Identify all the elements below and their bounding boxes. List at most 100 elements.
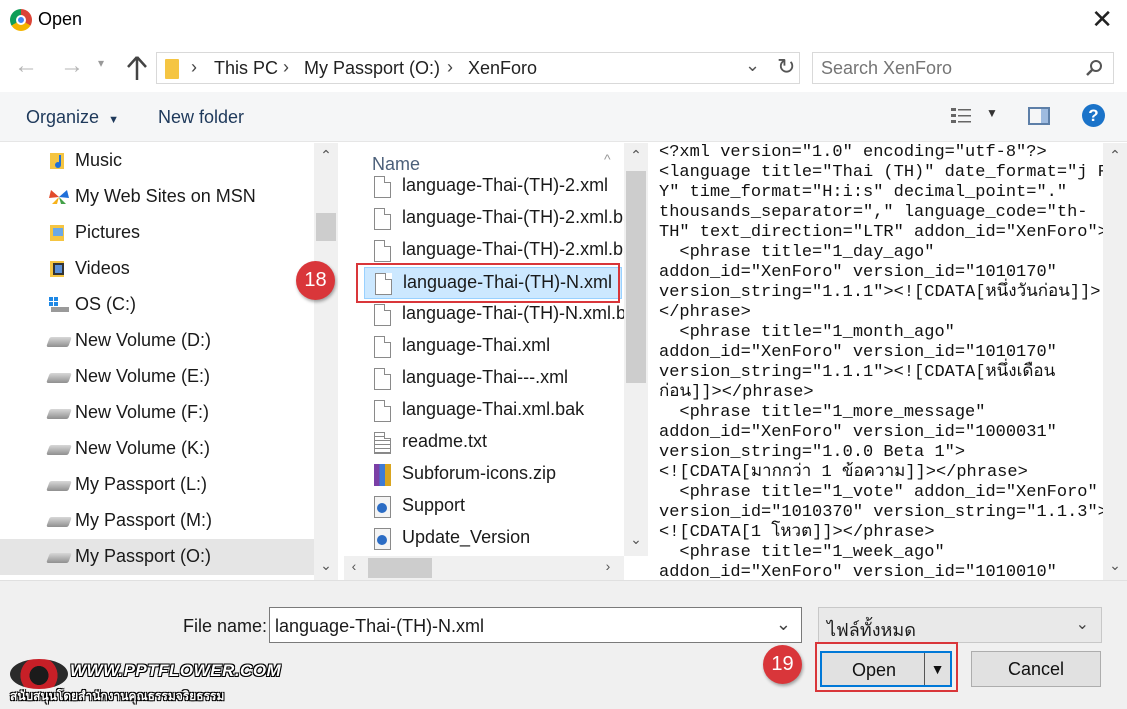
sidebar-item-new-volume-d[interactable]: New Volume (D:) [0, 323, 314, 359]
shortcut-icon [374, 496, 391, 518]
breadcrumb-xenforo[interactable]: XenForo [468, 58, 537, 79]
file-name: language-Thai---.xml [402, 367, 569, 387]
chevron-right-icon[interactable]: › [191, 57, 197, 78]
file-list-pane: Name ^ language-Thai-(TH)-2.xml language… [344, 143, 648, 580]
up-arrow-icon[interactable] [126, 55, 148, 81]
preview-line: <![CDATA[1 โหวต]]></phrase> [659, 523, 935, 542]
file-list-vertical-scrollbar[interactable]: ⌃ ⌄ [624, 143, 648, 556]
preview-line: addon_id="XenForo" version_id="1010170" [659, 263, 1057, 282]
scroll-up-arrow-icon[interactable]: ⌃ [314, 147, 338, 164]
scroll-down-arrow-icon[interactable]: ⌄ [314, 557, 338, 574]
navigation-bar: ← → ▾ › This PC › My Passport (O:) › Xen… [0, 44, 1127, 90]
search-input[interactable] [821, 57, 1071, 79]
sidebar-scrollbar[interactable]: ⌃ ⌄ [314, 143, 338, 580]
refresh-icon[interactable]: ↻ [777, 54, 795, 80]
file-row[interactable]: readme.txt [364, 427, 622, 459]
view-options-icon[interactable] [950, 106, 972, 126]
breadcrumb-this-pc[interactable]: This PC [214, 58, 278, 79]
sidebar-item-my-web-sites-on-msn[interactable]: My Web Sites on MSN [0, 179, 314, 215]
preview-line: <phrase title="1_day_ago" [659, 243, 935, 262]
scrollbar-thumb[interactable] [626, 171, 646, 383]
preview-line: <?xml version="1.0" encoding="utf-8"?> [659, 143, 1047, 162]
scroll-left-arrow-icon[interactable]: ‹ [344, 558, 364, 574]
scrollbar-thumb[interactable] [316, 213, 336, 241]
close-icon[interactable]: ✕ [1091, 6, 1113, 32]
file-name-field[interactable]: ⌄ [269, 607, 802, 643]
preview-line: addon_id="XenForo" version_id="1010010" [659, 563, 1057, 580]
xml-preview-text: <?xml version="1.0" encoding="utf-8"?> <l… [659, 143, 1108, 580]
new-folder-button[interactable]: New folder [158, 107, 244, 128]
file-icon [374, 240, 391, 262]
chevron-down-icon: ⌄ [1075, 616, 1089, 633]
preview-line: Y" time_format="H:i:s" decimal_point="." [659, 183, 1068, 202]
msn-butterfly-icon [49, 190, 69, 204]
organize-menu-button[interactable]: Organize ▼ [26, 107, 119, 128]
drive-icon [46, 517, 72, 527]
file-name-input[interactable] [275, 614, 755, 638]
sidebar-item-videos[interactable]: Videos [0, 251, 314, 287]
chevron-down-icon[interactable]: ⌄ [776, 614, 791, 635]
preview-line: version_string="1.1.1"><![CDATA[หนึ่งวัน… [659, 283, 1101, 302]
sidebar-item-label: Videos [75, 258, 130, 278]
scroll-right-arrow-icon[interactable]: › [598, 558, 618, 574]
sidebar-item-my-passport-m[interactable]: My Passport (M:) [0, 503, 314, 539]
sidebar-item-my-passport-l[interactable]: My Passport (L:) [0, 467, 314, 503]
chevron-right-icon[interactable]: › [447, 57, 453, 78]
file-name: language-Thai-(TH)-2.xml.bak [402, 207, 643, 227]
file-row[interactable]: Update_Version [364, 523, 622, 555]
scroll-up-arrow-icon[interactable]: ⌃ [1103, 147, 1127, 164]
watermark-site: WWW.PPTFLOWER.COM [70, 661, 282, 680]
preview-line: <![CDATA[มากกว่า 1 ข้อความ]]></phrase> [659, 463, 1028, 482]
scrollbar-thumb[interactable] [368, 558, 432, 578]
file-row[interactable]: language-Thai-(TH)-2.xml [364, 171, 622, 203]
navigation-pane: Music My Web Sites on MSN Pictures Video… [0, 143, 340, 580]
file-row[interactable]: language-Thai---.xml [364, 363, 622, 395]
sidebar-item-new-volume-e[interactable]: New Volume (E:) [0, 359, 314, 395]
chevron-right-icon[interactable]: › [283, 57, 289, 78]
file-list-horizontal-scrollbar[interactable]: ‹ › [344, 556, 624, 580]
file-row[interactable]: Subforum-icons.zip [364, 459, 622, 491]
forward-arrow-icon[interactable]: → [60, 52, 84, 80]
sidebar-item-pictures[interactable]: Pictures [0, 215, 314, 251]
file-row[interactable]: language-Thai.xml [364, 331, 622, 363]
file-name: language-Thai-(TH)-2.xml.bak [402, 239, 643, 259]
zip-archive-icon [374, 464, 391, 486]
file-name: language-Thai-(TH)-2.xml [402, 175, 609, 195]
scroll-down-arrow-icon[interactable]: ⌄ [624, 531, 648, 548]
scroll-up-arrow-icon[interactable]: ⌃ [624, 147, 648, 164]
preview-line: <phrase title="1_more_message" [659, 403, 986, 422]
preview-scrollbar[interactable]: ⌃ ⌄ [1103, 143, 1127, 580]
file-row[interactable]: language-Thai-(TH)-2.xml.bak [364, 203, 642, 235]
sidebar-item-os-c[interactable]: OS (C:) [0, 287, 314, 323]
drive-icon [46, 409, 72, 419]
file-row[interactable]: language-Thai.xml.bak [364, 395, 622, 427]
search-icon[interactable] [1085, 59, 1103, 77]
help-icon[interactable]: ? [1082, 104, 1105, 127]
sidebar-item-label: New Volume (D:) [75, 330, 212, 350]
file-name: language-Thai.xml.bak [402, 399, 585, 419]
sidebar-item-music[interactable]: Music [0, 143, 314, 179]
file-row[interactable]: Support [364, 491, 622, 523]
breadcrumb-my-passport[interactable]: My Passport (O:) [304, 58, 440, 79]
sidebar-item-new-volume-k[interactable]: New Volume (K:) [0, 431, 314, 467]
scroll-down-arrow-icon[interactable]: ⌄ [1103, 557, 1127, 574]
folder-icon [165, 59, 179, 79]
file-name: Support [402, 495, 466, 515]
drive-icon [46, 553, 72, 563]
recent-locations-chevron-icon[interactable]: ▾ [98, 56, 104, 70]
sidebar-item-label: Pictures [75, 222, 141, 242]
preview-pane-toggle-icon[interactable] [1028, 107, 1050, 125]
view-dropdown-caret-icon[interactable]: ▼ [986, 106, 998, 120]
sidebar-item-new-volume-f[interactable]: New Volume (F:) [0, 395, 314, 431]
dropdown-caret-icon: ▼ [108, 114, 119, 126]
sort-ascending-icon: ^ [604, 151, 611, 167]
address-bar[interactable]: › This PC › My Passport (O:) › XenForo ⌄… [156, 52, 800, 84]
file-row[interactable]: language-Thai-(TH)-N.xml.bak [364, 299, 645, 331]
sidebar-item-my-passport-o[interactable]: My Passport (O:) [0, 539, 314, 575]
preview-line: TH" text_direction="LTR" addon_id="XenFo… [659, 223, 1108, 242]
chevron-down-icon[interactable]: ⌄ [745, 55, 760, 76]
file-type-select[interactable]: ไฟล์ทั้งหมด ⌄ [818, 607, 1102, 643]
cancel-button[interactable]: Cancel [971, 651, 1101, 687]
search-box[interactable] [812, 52, 1114, 84]
back-arrow-icon[interactable]: ← [14, 52, 38, 80]
